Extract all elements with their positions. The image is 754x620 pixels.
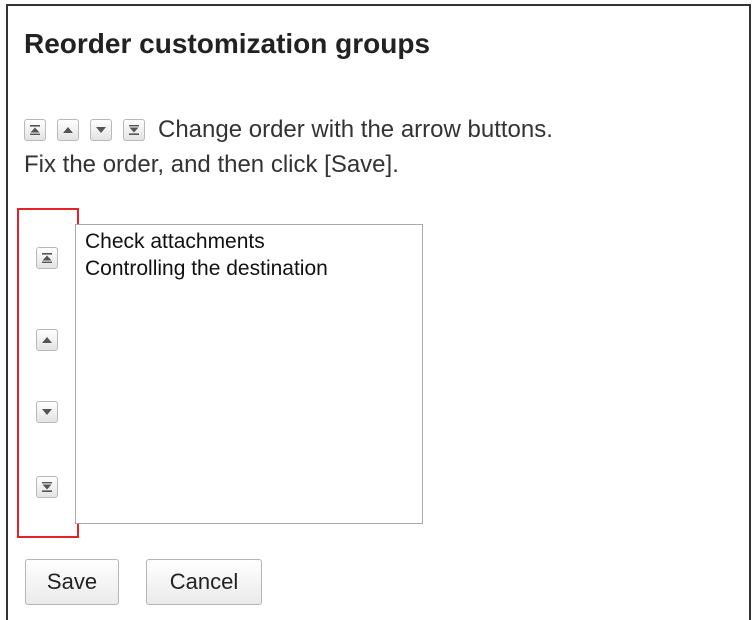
move-to-bottom-icon (123, 118, 145, 141)
move-up-icon (57, 118, 79, 141)
groups-listbox[interactable]: Check attachments Controlling the destin… (75, 224, 423, 524)
move-to-top-icon (24, 118, 46, 141)
move-to-bottom-button[interactable] (36, 476, 58, 498)
save-button[interactable]: Save (25, 559, 119, 605)
move-down-icon (42, 409, 52, 415)
move-up-icon (42, 337, 52, 343)
order-buttons-column (17, 208, 79, 538)
move-down-button[interactable] (36, 401, 58, 423)
move-to-top-icon (42, 253, 52, 263)
instruction-text-1: Change order with the arrow buttons. (158, 116, 553, 143)
page-title: Reorder customization groups (24, 28, 431, 59)
instruction-line-1: Change order with the arrow buttons. (24, 112, 744, 147)
move-down-icon (90, 118, 112, 141)
list-item[interactable]: Check attachments (76, 228, 422, 255)
move-to-bottom-icon (42, 482, 52, 492)
instructions: Change order with the arrow buttons. Fix… (24, 112, 744, 182)
list-item[interactable]: Controlling the destination (76, 255, 422, 282)
move-to-top-button[interactable] (36, 247, 58, 269)
cancel-button[interactable]: Cancel (146, 559, 262, 605)
move-up-button[interactable] (36, 329, 58, 351)
instruction-line-2: Fix the order, and then click [Save]. (24, 151, 399, 178)
